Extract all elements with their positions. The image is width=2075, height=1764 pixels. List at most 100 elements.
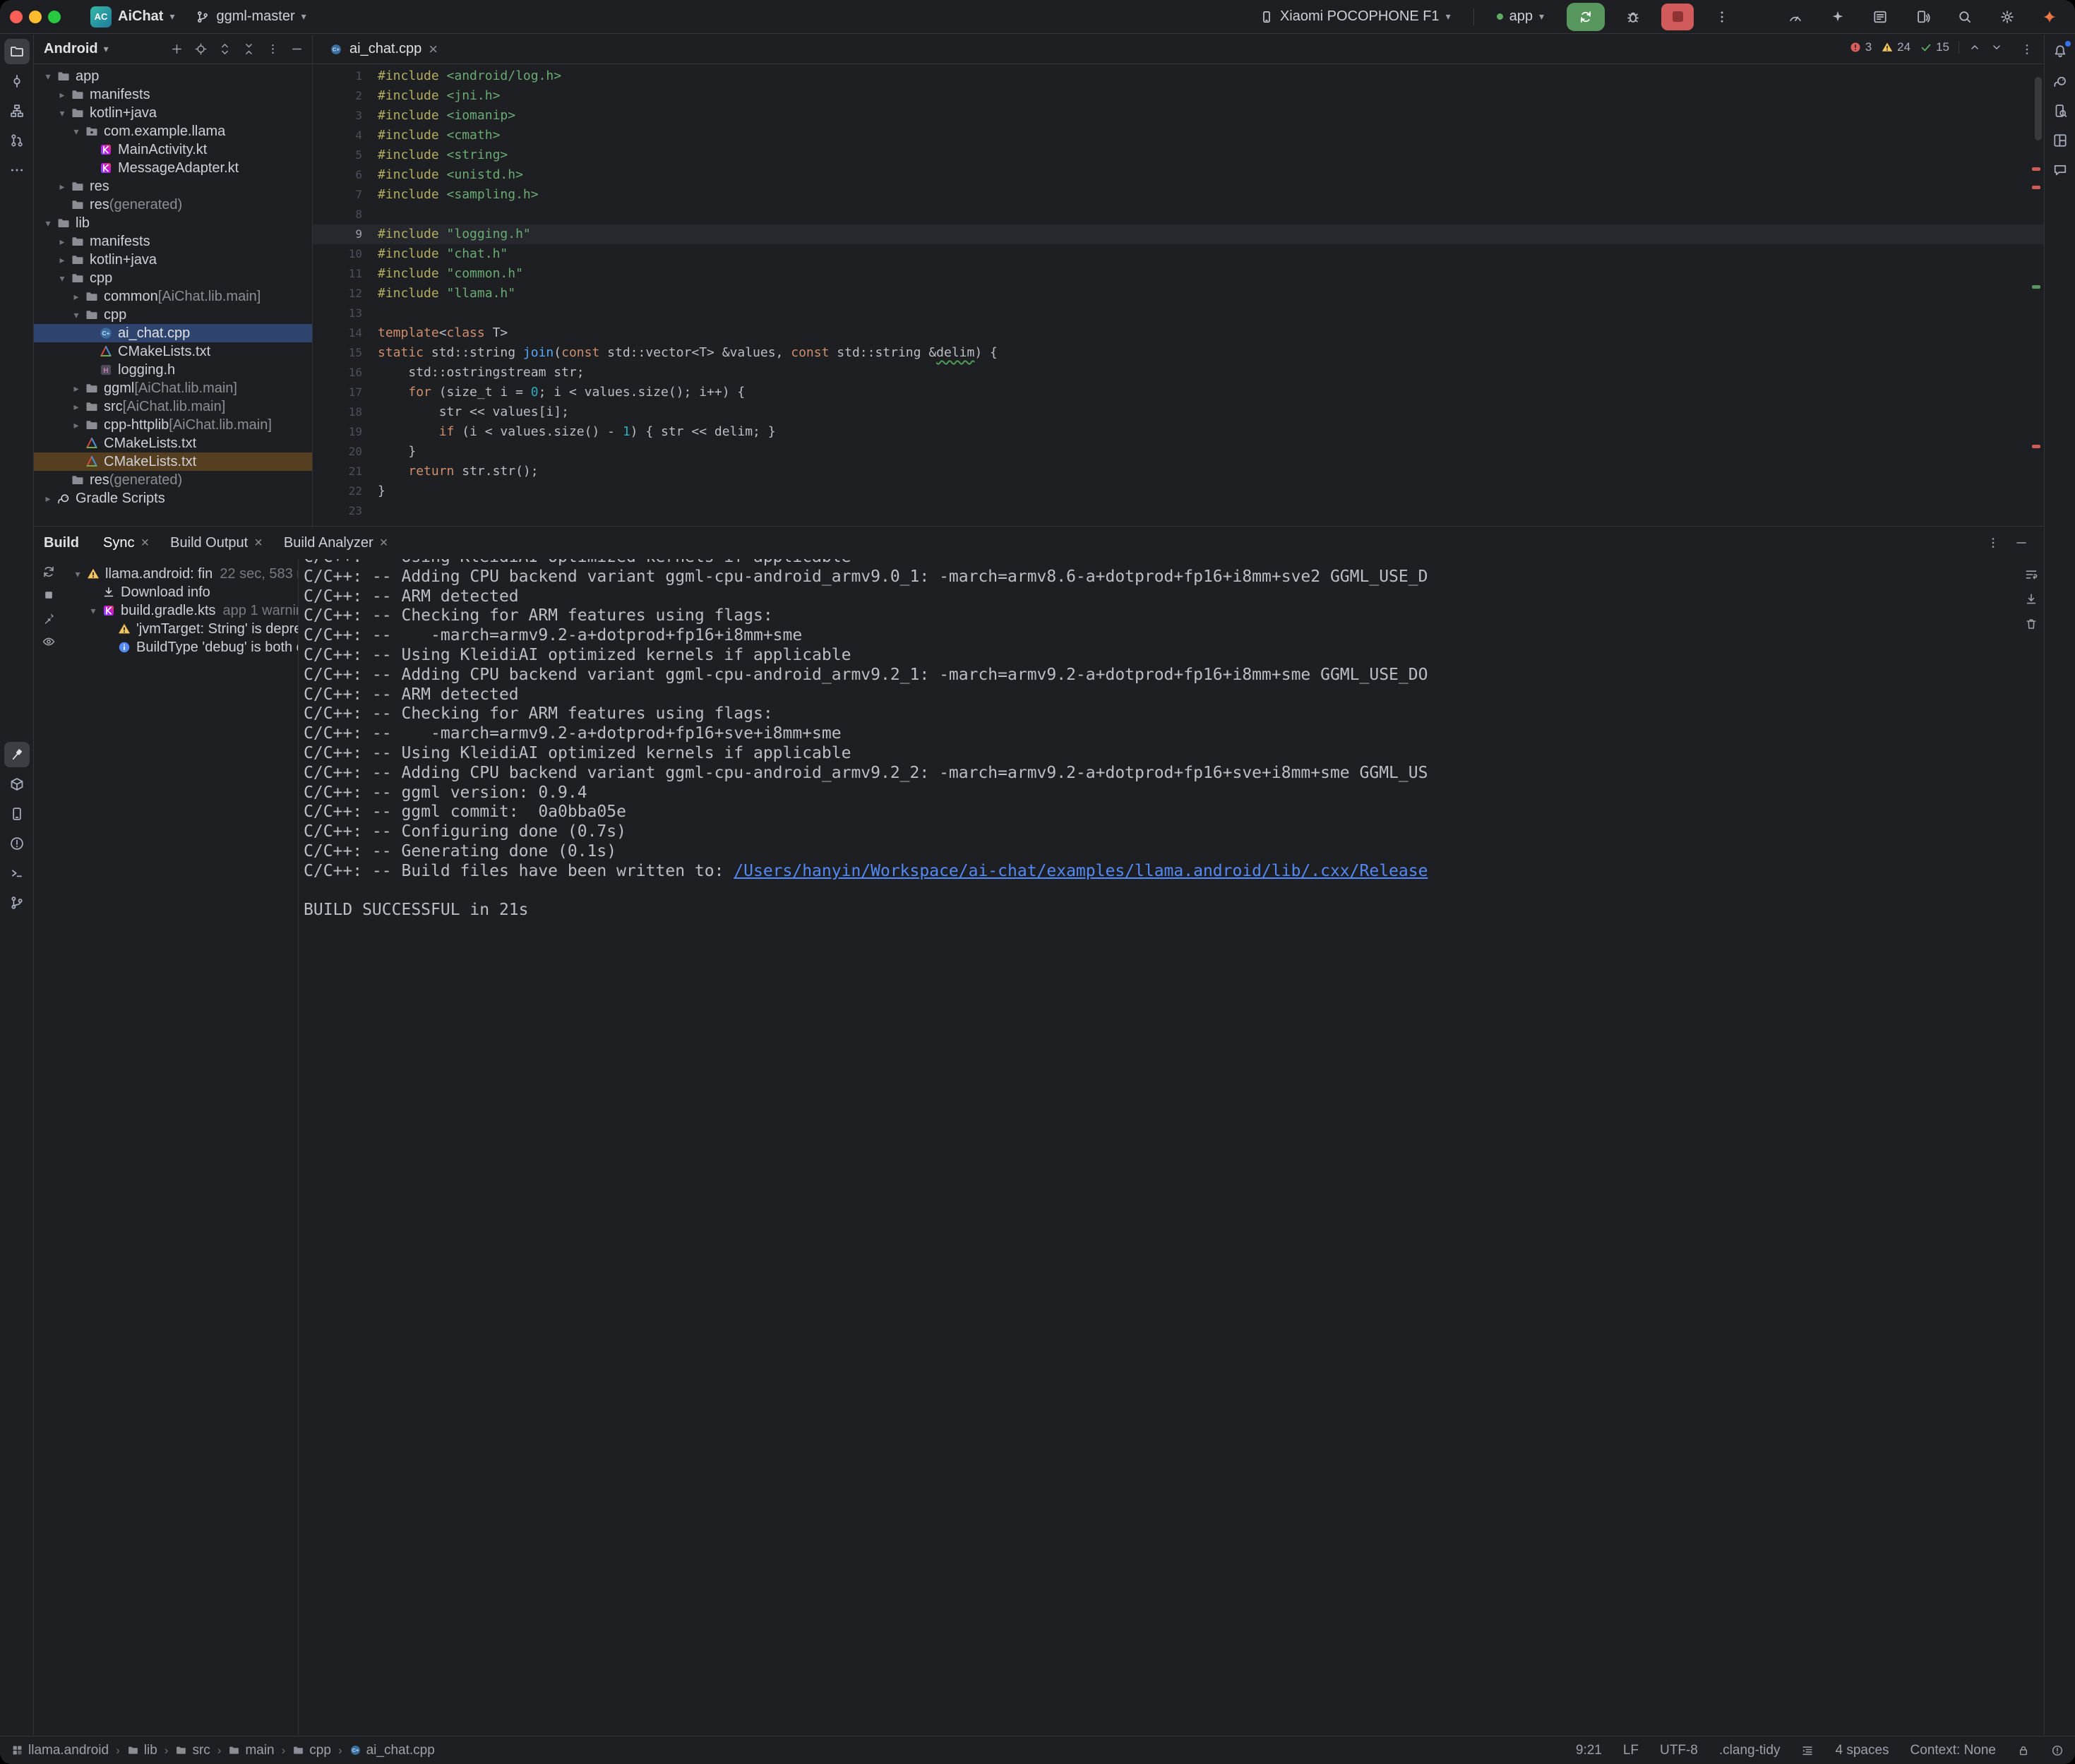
profiler-icon[interactable] — [1783, 4, 1808, 30]
tree-item-com-example-llama[interactable]: ▾com.example.llama — [34, 122, 312, 140]
tree-item-buildtype-debug-is-both-de[interactable]: BuildType 'debug' is both de — [64, 638, 298, 656]
build-tree[interactable]: ▾llama.android: fin22 sec, 583 msDownloa… — [64, 565, 298, 656]
tree-item-mainactivity-kt[interactable]: MainActivity.kt — [34, 140, 312, 159]
tree-item-kotlin-java[interactable]: ▾kotlin+java — [34, 104, 312, 122]
device-explorer-icon[interactable] — [2047, 98, 2073, 124]
tree-item-download-info[interactable]: Download info — [64, 583, 298, 601]
code-line-4[interactable]: 4#include <cmath> — [313, 126, 2044, 145]
error-stripe-mark[interactable] — [2032, 186, 2040, 189]
expand-all-icon[interactable] — [218, 42, 232, 56]
tree-item-messageadapter-kt[interactable]: MessageAdapter.kt — [34, 159, 312, 177]
tree-item-lib[interactable]: ▾lib — [34, 214, 312, 232]
code-line-3[interactable]: 3#include <iomanip> — [313, 106, 2044, 126]
pull-requests-icon[interactable] — [4, 128, 30, 153]
chevron-down-icon[interactable]: ▾ — [104, 43, 109, 55]
rerun-app-button[interactable] — [1567, 3, 1605, 31]
vcs-widget[interactable]: ggml-master ▾ — [189, 5, 313, 28]
project-view-mode[interactable]: Android — [44, 41, 98, 57]
app-quality-insights-icon[interactable] — [2047, 157, 2073, 183]
chevron-down-icon[interactable]: ▾ — [86, 605, 100, 617]
ai-assistant-icon[interactable] — [1825, 4, 1850, 30]
problems-icon[interactable] — [4, 831, 30, 856]
breadcrumb-ai-chat-cpp[interactable]: C+ai_chat.cpp — [349, 1743, 435, 1758]
close-tab-icon[interactable]: × — [429, 42, 438, 57]
tree-item-cmakelists-txt[interactable]: CMakeLists.txt — [34, 342, 312, 361]
terminal-icon[interactable] — [4, 860, 30, 886]
tree-item-res[interactable]: res (generated) — [34, 471, 312, 489]
editor-scrollbar[interactable] — [2035, 77, 2042, 140]
chevron-right-icon[interactable]: ▸ — [69, 291, 83, 303]
caret-position-widget[interactable]: 9:21 — [1576, 1743, 1602, 1758]
tree-item-jvmtarget-string-is-deprec[interactable]: 'jvmTarget: String' is deprec — [64, 620, 298, 638]
stop-icon[interactable] — [42, 588, 56, 602]
commit-icon[interactable] — [4, 68, 30, 94]
error-stripe-mark[interactable] — [2032, 445, 2040, 448]
tab-sync[interactable]: Sync × — [95, 531, 157, 556]
code-line-13[interactable]: 13 — [313, 304, 2044, 323]
vcs-stripe-mark[interactable] — [2032, 285, 2040, 289]
pin-icon[interactable] — [42, 611, 56, 625]
indent-size-widget[interactable]: 4 spaces — [1835, 1743, 1889, 1758]
code-line-7[interactable]: 7#include <sampling.h> — [313, 185, 2044, 205]
code-line-14[interactable]: 14template<class T> — [313, 323, 2044, 343]
chevron-down-icon[interactable]: ▾ — [71, 568, 85, 580]
more-actions-button[interactable] — [1709, 4, 1735, 30]
search-icon[interactable] — [1952, 4, 1978, 30]
scroll-to-end-icon[interactable] — [2024, 592, 2038, 606]
build-icon[interactable] — [4, 742, 30, 767]
code-line-9[interactable]: 9#include "logging.h" — [313, 224, 2044, 244]
debug-button[interactable] — [1620, 4, 1646, 30]
sync-icon[interactable] — [42, 565, 56, 579]
chevron-down-icon[interactable]: ▾ — [69, 126, 83, 138]
indent-icon[interactable] — [1801, 1744, 1814, 1757]
chevron-down-icon[interactable]: ▾ — [41, 71, 55, 83]
notifications-icon[interactable] — [2047, 39, 2073, 64]
code-line-5[interactable]: 5#include <string> — [313, 145, 2044, 165]
hide-icon[interactable] — [290, 42, 304, 56]
chevron-down-icon[interactable]: ▾ — [55, 272, 69, 284]
more-h-icon[interactable] — [4, 157, 30, 183]
chevron-right-icon[interactable]: ▸ — [55, 254, 69, 266]
tree-item-build-gradle-kts[interactable]: ▾build.gradle.ktsapp 1 warning — [64, 601, 298, 620]
tree-item-manifests[interactable]: ▸manifests — [34, 85, 312, 104]
code-line-23[interactable]: 23 — [313, 501, 2044, 521]
next-problem-button[interactable] — [1990, 41, 2003, 54]
stop-button[interactable] — [1661, 4, 1694, 30]
chevron-right-icon[interactable]: ▸ — [69, 383, 83, 395]
tree-item-logging-h[interactable]: Hlogging.h — [34, 361, 312, 379]
code-line-16[interactable]: 16 std::ostringstream str; — [313, 363, 2044, 383]
locate-icon[interactable] — [194, 42, 208, 56]
minimize-window-button[interactable] — [29, 11, 42, 23]
tree-item-cmakelists-txt[interactable]: CMakeLists.txt — [34, 434, 312, 452]
code-line-20[interactable]: 20 } — [313, 442, 2044, 462]
version-control-icon[interactable] — [4, 890, 30, 916]
settings-icon[interactable] — [1995, 4, 2020, 30]
tree-item-llama-android-fin[interactable]: ▾llama.android: fin22 sec, 583 ms — [64, 565, 298, 583]
code-line-12[interactable]: 12#include "llama.h" — [313, 284, 2044, 304]
breadcrumb-src[interactable]: src — [175, 1743, 210, 1758]
code-line-10[interactable]: 10#include "chat.h" — [313, 244, 2044, 264]
chevron-down-icon[interactable]: ▾ — [55, 107, 69, 119]
project-tree[interactable]: ▾app▸manifests▾kotlin+java▾com.example.l… — [34, 64, 312, 508]
tab-build-analyzer[interactable]: Build Analyzer × — [275, 531, 396, 556]
layout-inspector-icon[interactable] — [2047, 128, 2073, 153]
console-link[interactable]: /Users/hanyin/Workspace/ai-chat/examples… — [734, 862, 1428, 880]
chevron-right-icon[interactable]: ▸ — [69, 401, 83, 413]
error-notification-icon[interactable] — [2051, 1744, 2064, 1757]
more-v-icon[interactable] — [266, 42, 280, 56]
add-icon[interactable] — [170, 42, 184, 56]
code-line-2[interactable]: 2#include <jni.h> — [313, 86, 2044, 106]
tree-item-app[interactable]: ▾app — [34, 67, 312, 85]
editor-options-button[interactable] — [2020, 42, 2044, 56]
tree-item-ggml[interactable]: ▸ggml [AiChat.lib.main] — [34, 379, 312, 397]
tree-item-common[interactable]: ▸common [AiChat.lib.main] — [34, 287, 312, 306]
clear-all-icon[interactable] — [2024, 617, 2038, 631]
collapse-all-icon[interactable] — [242, 42, 256, 56]
breadcrumb-cpp[interactable]: cpp — [292, 1743, 331, 1758]
chevron-right-icon[interactable]: ▸ — [69, 419, 83, 431]
clang-tidy-widget[interactable]: .clang-tidy — [1719, 1743, 1781, 1758]
chevron-right-icon[interactable]: ▸ — [55, 89, 69, 101]
error-stripe-mark[interactable] — [2032, 167, 2040, 171]
tree-item-gradle-scripts[interactable]: ▸Gradle Scripts — [34, 489, 312, 508]
context-widget[interactable]: Context: None — [1910, 1743, 1996, 1758]
